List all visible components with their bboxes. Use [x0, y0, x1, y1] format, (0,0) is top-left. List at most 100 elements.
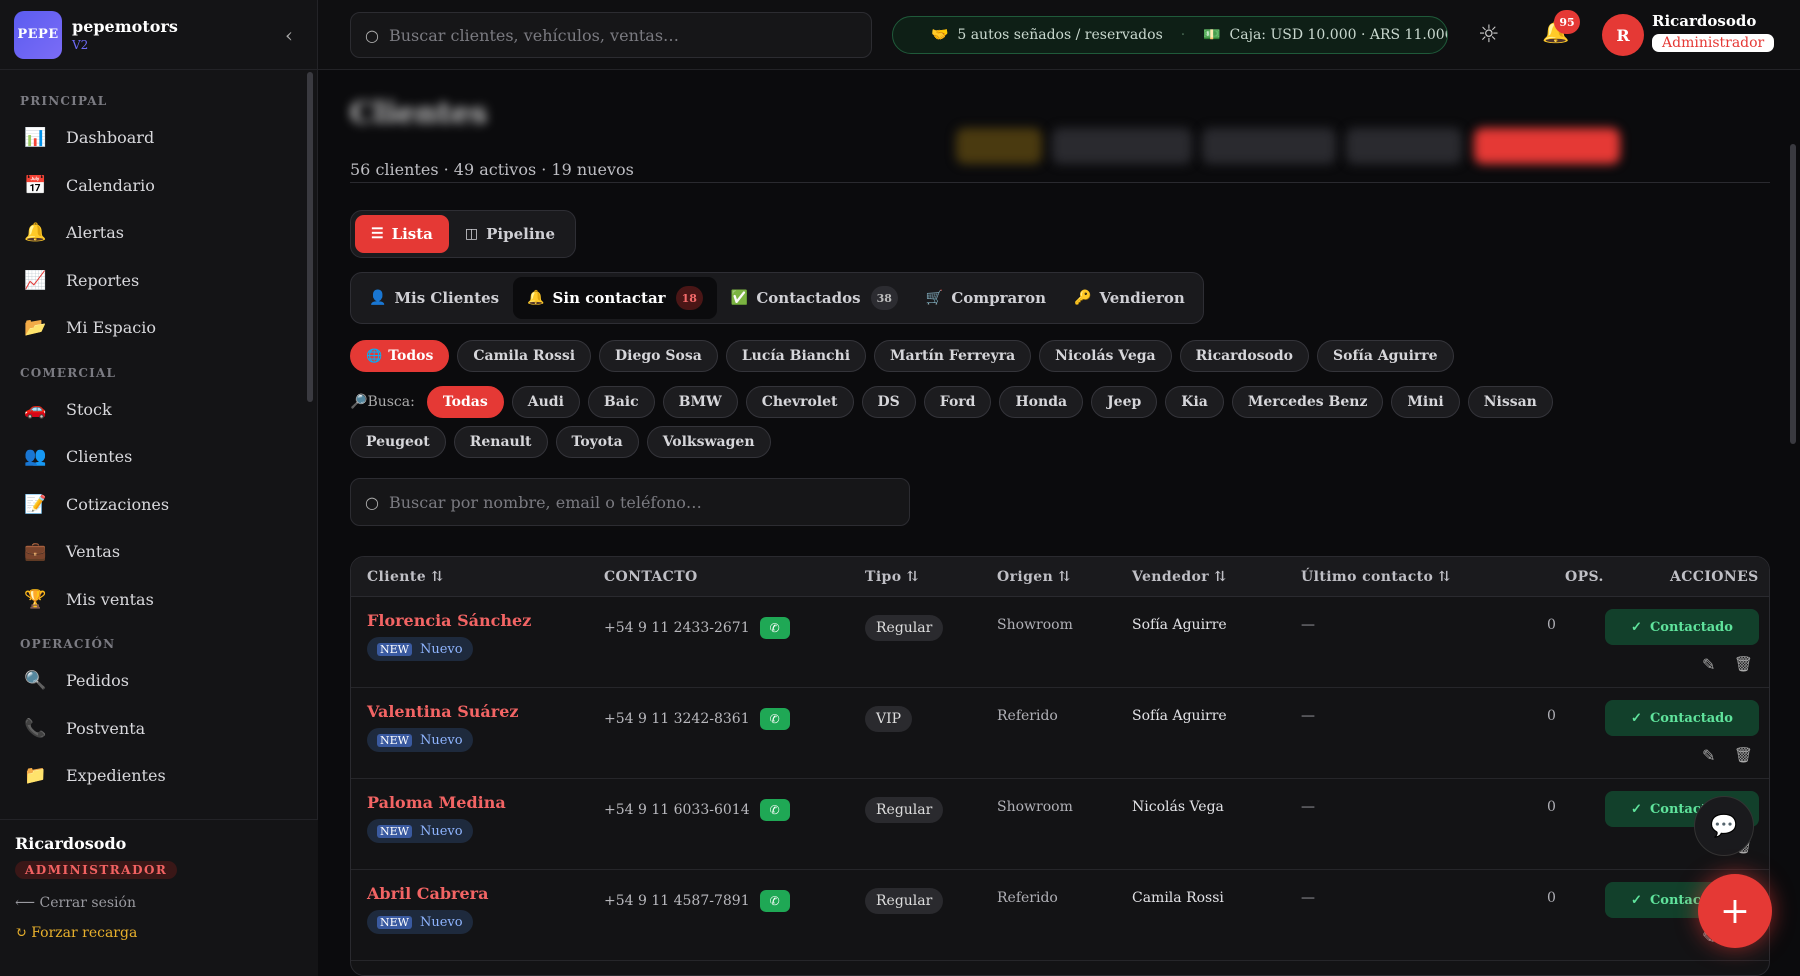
brand-filter-chip[interactable]: Nissan [1467, 386, 1553, 418]
col-tipo[interactable]: Tipo ⇅ [865, 569, 919, 585]
edit-pencil-icon[interactable]: ✎ [1702, 746, 1715, 765]
tab-mis-clientes[interactable]: 👤 Mis Clientes [355, 277, 513, 319]
sidebar-item-expedientes[interactable]: 📁 Expedientes [0, 752, 310, 800]
client-name-link[interactable]: Abril Cabrera [367, 884, 488, 903]
tab-label: Compraron [951, 289, 1047, 307]
header-action-blurred[interactable] [956, 128, 1042, 164]
client-search[interactable]: ○ [350, 478, 910, 526]
seller-filters: 🌐 Todos Camila Rossi Diego Sosa Lucía Bianch… [350, 340, 1454, 372]
seller-filter-chip[interactable]: Nicolás Vega [1039, 340, 1172, 372]
brand-name: pepemotors [72, 17, 178, 36]
sidebar-scrollbar[interactable] [307, 72, 313, 402]
col-cliente[interactable]: Cliente ⇅ [367, 569, 443, 585]
seller-filter-chip[interactable]: Lucía Bianchi [725, 340, 867, 372]
page-header: Clientes 56 clientes · 49 activos · 19 n… [350, 90, 1770, 180]
seller-filter-label: Martín Ferreyra [890, 348, 1016, 364]
sidebar-item-pedidos[interactable]: 🔍 Pedidos [0, 657, 310, 705]
seller-filter-chip[interactable]: Ricardosodo [1179, 340, 1310, 372]
sidebar-item-cotizaciones[interactable]: 📝 Cotizaciones [0, 481, 310, 529]
tab-contactados[interactable]: ✅ Contactados 38 [717, 277, 912, 319]
chat-bubble-icon[interactable]: 💬 [1694, 796, 1754, 856]
new-icon: NEW [377, 733, 412, 747]
mark-contacted-button[interactable]: ✓ Contactado [1605, 700, 1759, 736]
client-name-link[interactable]: Paloma Medina [367, 793, 506, 812]
sidebar-item-ventas[interactable]: 💼 Ventas [0, 528, 310, 576]
header-action-blurred[interactable] [1202, 128, 1336, 164]
sidebar-item-icon: 📅 [24, 174, 47, 196]
sidebar-item-stock[interactable]: 🚗 Stock [0, 386, 310, 434]
col-vendedor[interactable]: Vendedor ⇅ [1132, 569, 1226, 585]
brand-filter-chip[interactable]: Ford [923, 386, 992, 418]
sidebar-item-reportes[interactable]: 📈 Reportes [0, 257, 310, 305]
seller-filter-chip[interactable]: 🌐 Todos [350, 340, 450, 372]
sidebar-item-calendario[interactable]: 📅 Calendario [0, 162, 310, 210]
view-lista-button[interactable]: ☰ Lista [355, 215, 449, 253]
sidebar-item-dashboard[interactable]: 📊 Dashboard [0, 114, 310, 162]
client-name-link[interactable]: Valentina Suárez [367, 702, 519, 721]
brand-filter-chip[interactable]: Honda [999, 386, 1084, 418]
global-search[interactable]: ○ [350, 12, 872, 58]
status-separator: · [1180, 27, 1186, 43]
tab-compraron[interactable]: 🛒 Compraron [912, 277, 1060, 319]
force-reload-link[interactable]: ↻ Forzar recarga [15, 925, 303, 941]
sidebar-item-clientes[interactable]: 👥 Clientes [0, 433, 310, 481]
mark-contacted-button[interactable]: ✓ Contactado [1605, 609, 1759, 645]
sidebar-item-mi-espacio[interactable]: 📂 Mi Espacio [0, 304, 310, 352]
client-name-link[interactable]: Florencia Sánchez [367, 611, 531, 630]
whatsapp-icon[interactable]: ✆ [759, 708, 790, 730]
status-pill[interactable]: 🤝 5 autos señados / reservados · 💵 Caja:… [892, 16, 1448, 54]
collapse-sidebar-icon[interactable]: ‹ [285, 23, 293, 47]
brand-filter-chip[interactable]: Mercedes Benz [1231, 386, 1384, 418]
whatsapp-icon[interactable]: ✆ [759, 799, 790, 821]
brand-filter-chip[interactable]: BMW [662, 386, 738, 418]
brand-filter-chip[interactable]: Chevrolet [745, 386, 854, 418]
sidebar-item-alertas[interactable]: 🔔 Alertas [0, 209, 310, 257]
tab-icon: 👤 [369, 290, 387, 306]
delete-trash-icon[interactable]: 🗑 [1734, 746, 1753, 764]
whatsapp-icon[interactable]: ✆ [759, 890, 790, 912]
whatsapp-icon[interactable]: ✆ [759, 617, 790, 639]
sidebar-item-label: Ventas [66, 542, 121, 562]
col-ultimo-contacto[interactable]: Último contacto ⇅ [1301, 569, 1451, 585]
header-primary-action-blurred[interactable] [1474, 128, 1620, 164]
client-search-input[interactable] [388, 492, 849, 512]
brand-logo[interactable]: PEPE [14, 10, 62, 59]
brand-filter-chip[interactable]: Renault [453, 426, 548, 458]
brand-filter-chip[interactable]: Todas [426, 386, 504, 418]
col-origen[interactable]: Origen ⇅ [997, 569, 1071, 585]
logout-link[interactable]: ⟵ Cerrar sesión [15, 895, 303, 911]
brand-filter-chip[interactable]: Toyota [555, 426, 639, 458]
brand-filter-chip[interactable]: Kia [1165, 386, 1224, 418]
seller-filter-chip[interactable]: Diego Sosa [599, 340, 718, 372]
new-icon: NEW [377, 915, 412, 929]
brand-filter-chip[interactable]: Peugeot [350, 426, 446, 458]
seller-filter-chip[interactable]: Martín Ferreyra [874, 340, 1032, 372]
brand-filter-chip[interactable]: Mini [1391, 386, 1460, 418]
brand-filter-chip[interactable]: DS [861, 386, 916, 418]
view-pipeline-button[interactable]: ◫ Pipeline [449, 215, 571, 253]
global-search-input[interactable] [388, 25, 849, 45]
main-scrollbar[interactable] [1790, 144, 1796, 444]
seller-filter-chip[interactable]: Sofía Aguirre [1317, 340, 1454, 372]
sidebar-item-mis-ventas[interactable]: 🏆 Mis ventas [0, 576, 310, 624]
header-action-blurred[interactable] [1052, 128, 1192, 164]
sidebar-item-postventa[interactable]: 📞 Postventa [0, 705, 310, 753]
search-icon: ○ [365, 25, 379, 45]
theme-toggle-sun-icon[interactable]: ☼ [1478, 20, 1500, 48]
tab-vendieron[interactable]: 🔑 Vendieron [1060, 277, 1199, 319]
add-client-button[interactable]: + [1698, 874, 1772, 948]
phone-number: +54 9 11 2433-2671 [604, 620, 750, 636]
brand-filter-chip[interactable]: Baic [587, 386, 655, 418]
tab-sin-contactar[interactable]: 🔔 Sin contactar 18 [513, 277, 717, 319]
view-icon: ◫ [464, 226, 479, 242]
seller-filter-chip[interactable]: Camila Rossi [457, 340, 592, 372]
brand-filter-chip[interactable]: Jeep [1091, 386, 1158, 418]
brand-filter-chip[interactable]: Audi [511, 386, 580, 418]
client-seller: Nicolás Vega [1132, 799, 1224, 815]
header-action-blurred[interactable] [1346, 128, 1462, 164]
user-avatar[interactable]: R [1602, 14, 1644, 56]
edit-pencil-icon[interactable]: ✎ [1702, 655, 1715, 674]
new-badge-label: Nuevo [419, 914, 463, 930]
delete-trash-icon[interactable]: 🗑 [1734, 655, 1753, 673]
brand-filter-chip[interactable]: Volkswagen [646, 426, 771, 458]
